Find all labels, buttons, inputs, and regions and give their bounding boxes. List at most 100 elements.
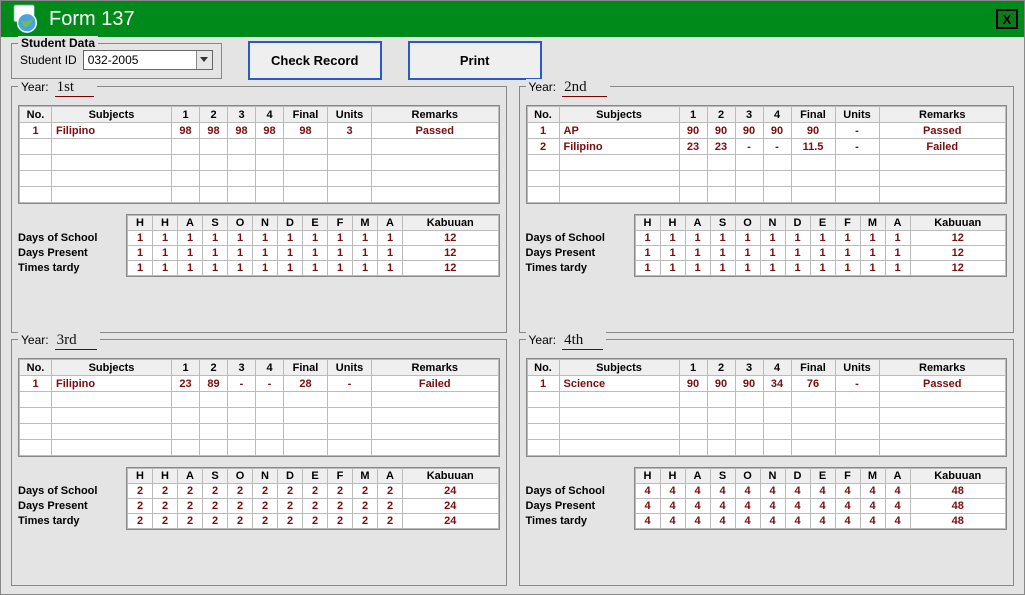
grade-row-empty[interactable] [527,440,1006,456]
attendance-row-label: Days of School [18,231,122,246]
attendance-row[interactable]: 1111111111112 [128,231,499,246]
grades-table[interactable]: No.Subjects1234FinalUnitsRemarks1Science… [526,358,1008,457]
att-col: O [228,469,253,484]
grades-table[interactable]: No.Subjects1234FinalUnitsRemarks1AP90909… [526,105,1008,204]
att-col: D [278,469,303,484]
att-col: E [810,469,835,484]
attendance-row[interactable]: 4444444444448 [635,514,1006,529]
year-value: 3rd [55,332,97,350]
grade-row[interactable]: 1AP9090909090-Passed [527,123,1006,139]
student-id-combo[interactable]: 032-2005 [83,50,213,70]
year-panel-1st: Year:1stNo.Subjects1234FinalUnitsRemarks… [11,86,507,333]
grade-row-empty[interactable] [527,187,1006,203]
att-col: M [860,469,885,484]
attendance-row[interactable]: 4444444444448 [635,484,1006,499]
year-legend: Year:1st [18,79,97,97]
col-q4: 4 [763,360,791,376]
grade-row-empty[interactable] [20,440,499,456]
att-col: E [303,216,328,231]
grade-row-empty[interactable] [527,392,1006,408]
grade-row[interactable]: 1Filipino98989898983Passed [20,123,499,139]
year-value: 2nd [562,79,607,97]
attendance-labels: Days of SchoolDays PresentTimes tardy [526,214,630,276]
att-col: Kabuuan [910,469,1006,484]
att-col: A [178,216,203,231]
attendance-row-label: Days Present [18,246,122,261]
year-legend: Year:4th [526,332,607,350]
year-panel-4th: Year:4thNo.Subjects1234FinalUnitsRemarks… [519,339,1015,586]
att-col: D [785,469,810,484]
check-record-button[interactable]: Check Record [248,41,382,80]
attendance-row[interactable]: 2222222222224 [128,484,499,499]
attendance-labels: Days of SchoolDays PresentTimes tardy [526,467,630,529]
attendance-row-label: Days of School [18,484,122,499]
student-data-legend: Student Data [18,36,98,50]
att-col: H [660,469,685,484]
grade-row-empty[interactable] [527,155,1006,171]
attendance-section: Days of SchoolDays PresentTimes tardyHHA… [526,214,1008,277]
grade-row-empty[interactable] [527,424,1006,440]
att-col: F [835,469,860,484]
att-col: S [710,216,735,231]
grade-row-empty[interactable] [20,139,499,155]
col-q4: 4 [256,107,284,123]
grade-row-empty[interactable] [20,187,499,203]
col-remarks: Remarks [879,107,1006,123]
att-col: Kabuuan [403,216,499,231]
col-final: Final [284,360,328,376]
att-col: O [228,216,253,231]
att-col: H [128,216,153,231]
attendance-row[interactable]: 1111111111112 [635,261,1006,276]
attendance-row[interactable]: 1111111111112 [635,231,1006,246]
attendance-row[interactable]: 1111111111112 [128,261,499,276]
close-button[interactable]: X [996,9,1018,29]
attendance-row[interactable]: 1111111111112 [635,246,1006,261]
attendance-table[interactable]: HHASONDEFMAKabuuan4444444444448444444444… [634,467,1008,530]
col-q3: 3 [735,360,763,376]
col-q3: 3 [228,107,256,123]
print-button[interactable]: Print [408,41,542,80]
grade-row[interactable]: 1Filipino2389--28-Failed [20,376,499,392]
attendance-row-label: Days Present [526,246,630,261]
grade-row-empty[interactable] [20,155,499,171]
att-col: A [685,469,710,484]
attendance-table[interactable]: HHASONDEFMAKabuuan1111111111112111111111… [634,214,1008,277]
titlebar: Form 137 X [1,1,1024,37]
grade-row-empty[interactable] [20,171,499,187]
grade-row-empty[interactable] [527,171,1006,187]
col-q2: 2 [200,107,228,123]
attendance-row[interactable]: 1111111111112 [128,246,499,261]
attendance-row[interactable]: 2222222222224 [128,514,499,529]
att-col: M [353,216,378,231]
attendance-table[interactable]: HHASONDEFMAKabuuan2222222222224222222222… [126,467,500,530]
col-units: Units [835,107,879,123]
col-units: Units [328,360,372,376]
year-panel-2nd: Year:2ndNo.Subjects1234FinalUnitsRemarks… [519,86,1015,333]
attendance-section: Days of SchoolDays PresentTimes tardyHHA… [526,467,1008,530]
att-col: S [203,216,228,231]
col-q3: 3 [735,107,763,123]
att-col: H [153,216,178,231]
attendance-row[interactable]: 2222222222224 [128,499,499,514]
grade-row[interactable]: 2Filipino2323--11.5-Failed [527,139,1006,155]
year-label: Year: [21,333,49,347]
grade-row-empty[interactable] [20,424,499,440]
attendance-row-label: Days of School [526,231,630,246]
col-q2: 2 [707,360,735,376]
grade-row-empty[interactable] [20,392,499,408]
grades-table[interactable]: No.Subjects1234FinalUnitsRemarks1Filipin… [18,105,500,204]
grades-table[interactable]: No.Subjects1234FinalUnitsRemarks1Filipin… [18,358,500,457]
attendance-row[interactable]: 4444444444448 [635,499,1006,514]
att-col: M [353,469,378,484]
attendance-table[interactable]: HHASONDEFMAKabuuan1111111111112111111111… [126,214,500,277]
att-col: N [253,469,278,484]
attendance-row-label: Days Present [526,499,630,514]
att-col: A [378,469,403,484]
year-legend: Year: 3rd [18,332,100,350]
col-no: No. [20,360,52,376]
grade-row-empty[interactable] [527,408,1006,424]
grade-row[interactable]: 1Science9090903476-Passed [527,376,1006,392]
grade-row-empty[interactable] [20,408,499,424]
year-legend: Year:2nd [526,79,610,97]
attendance-section: Days of SchoolDays PresentTimes tardyHHA… [18,214,500,277]
